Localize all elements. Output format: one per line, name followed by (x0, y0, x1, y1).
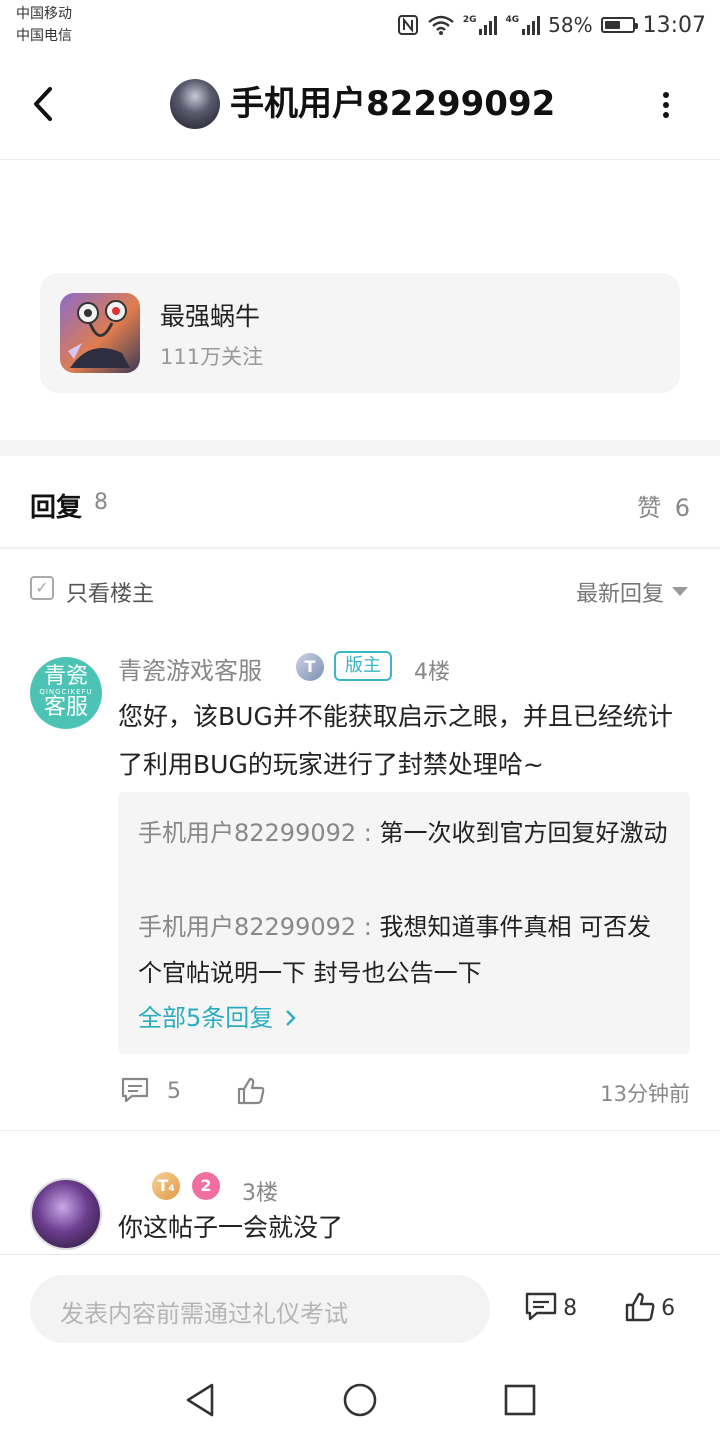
thumbs-up-icon[interactable] (236, 1076, 266, 1106)
status-time: 13:07 (642, 12, 706, 38)
level-badge-sub: 4 (168, 1184, 175, 1194)
sub-reply-user[interactable]: 手机用户82299092 (138, 913, 356, 941)
level-badge: T (296, 653, 324, 681)
level-badge: T4 (152, 1172, 180, 1200)
section-divider (0, 440, 720, 456)
level-badge-text: T (157, 1176, 169, 1195)
avatar[interactable]: 青瓷 QINGCIKEFU 客服 (30, 657, 102, 729)
bottom-action-bar: 发表内容前需通过礼仪考试 8 6 (0, 1254, 720, 1361)
battery-fill (604, 21, 620, 29)
header-avatar[interactable] (170, 79, 220, 129)
comment-reply-button[interactable]: 5 (120, 1076, 181, 1104)
sub-reply-text: 第一次收到官方回复好激动 (379, 819, 668, 847)
comment-username[interactable]: 青瓷游戏客服 (118, 651, 262, 686)
signal-sim1-icon: 2G (463, 15, 498, 35)
wifi-icon (428, 15, 454, 35)
comment-icon (121, 1077, 149, 1103)
avatar-text-bottom: 客服 (43, 695, 88, 720)
level-badge-text: T (304, 657, 316, 676)
chevron-right-icon (286, 1010, 296, 1026)
carrier-1: 中国移动 (16, 6, 72, 22)
comment-text: 你这帖子一会就没了 (118, 1213, 344, 1242)
reply-tab-label: 回复 (30, 493, 83, 523)
moderator-badge: 版主 (334, 651, 392, 681)
nfc-icon (397, 15, 418, 35)
more-vertical-icon[interactable] (660, 90, 672, 120)
comment-text: 您好，该BUG并不能获取启示之眼，并且已经统计了利用BUG的玩家进行了封禁处理哈… (118, 702, 673, 779)
nav-home-icon[interactable] (342, 1382, 378, 1418)
reply-tab-count: 8 (94, 490, 108, 515)
forum-card[interactable]: 最强蜗牛 111万关注 (40, 273, 680, 393)
page-title: 手机用户82299092 (230, 84, 556, 124)
number-badge: 2 (192, 1172, 220, 1200)
floor-number: 4楼 (414, 660, 450, 685)
only-op-filter[interactable]: 只看楼主 (66, 576, 154, 608)
sub-reply: 手机用户82299092 : 我想知道事件真相 可否发个官帖说明一下 封号也公告… (138, 913, 652, 987)
comment-icon (525, 1292, 557, 1321)
sub-reply: 手机用户82299092 : 第一次收到官方回复好激动 (138, 819, 668, 847)
checkbox-icon[interactable]: ✓ (30, 576, 54, 600)
like-tab-label: 赞 (637, 494, 662, 522)
number-badge-text: 2 (200, 1176, 212, 1195)
floor-number: 3楼 (242, 1181, 278, 1206)
thumbs-up-icon (625, 1292, 655, 1322)
sort-dropdown[interactable]: 最新回复 (576, 576, 664, 608)
like-tab[interactable]: 赞 6 (637, 488, 690, 523)
comment-reply-count: 5 (167, 1079, 181, 1104)
all-replies-label: 全部5条回复 (138, 1004, 274, 1032)
forum-name: 最强蜗牛 (160, 302, 261, 331)
avatar-text-top: 青瓷 (43, 664, 88, 689)
avatar[interactable] (30, 1178, 102, 1250)
header-divider (0, 159, 720, 160)
bottom-like-button[interactable]: 6 (624, 1291, 675, 1323)
carrier-2: 中国电信 (16, 28, 72, 44)
system-nav-bar (0, 1360, 720, 1440)
sub-reply-user[interactable]: 手机用户82299092 (138, 819, 356, 847)
nav-back-icon[interactable] (184, 1382, 216, 1418)
sub-replies-box[interactable]: 手机用户82299092 : 第一次收到官方回复好激动 手机用户82299092… (118, 792, 690, 1054)
comment-input[interactable]: 发表内容前需通过礼仪考试 (30, 1275, 490, 1343)
nav-recents-icon[interactable] (504, 1384, 536, 1416)
comment-divider (0, 1130, 720, 1131)
comment-time: 13分钟前 (600, 1082, 690, 1106)
back-arrow-icon[interactable] (30, 86, 58, 122)
battery-icon (600, 17, 638, 33)
battery-percent: 58% (548, 13, 593, 37)
like-tab-count: 6 (674, 494, 690, 522)
tabs-divider (0, 547, 720, 549)
bottom-like-count: 6 (661, 1296, 676, 1321)
sim1-tech-label: 2G (462, 15, 477, 25)
caret-down-icon[interactable] (672, 587, 688, 596)
forum-icon (60, 293, 140, 373)
bottom-comment-count: 8 (563, 1296, 578, 1321)
status-icons: 2G 4G 58% 13:07 (397, 8, 706, 42)
comment-input-placeholder: 发表内容前需通过礼仪考试 (60, 1300, 348, 1328)
sim2-tech-label: 4G (505, 15, 520, 25)
forum-followers: 111万关注 (160, 345, 264, 369)
signal-sim2-icon: 4G (505, 15, 541, 35)
all-replies-link[interactable]: 全部5条回复 (138, 998, 297, 1033)
bottom-comment-button[interactable]: 8 (524, 1291, 577, 1323)
